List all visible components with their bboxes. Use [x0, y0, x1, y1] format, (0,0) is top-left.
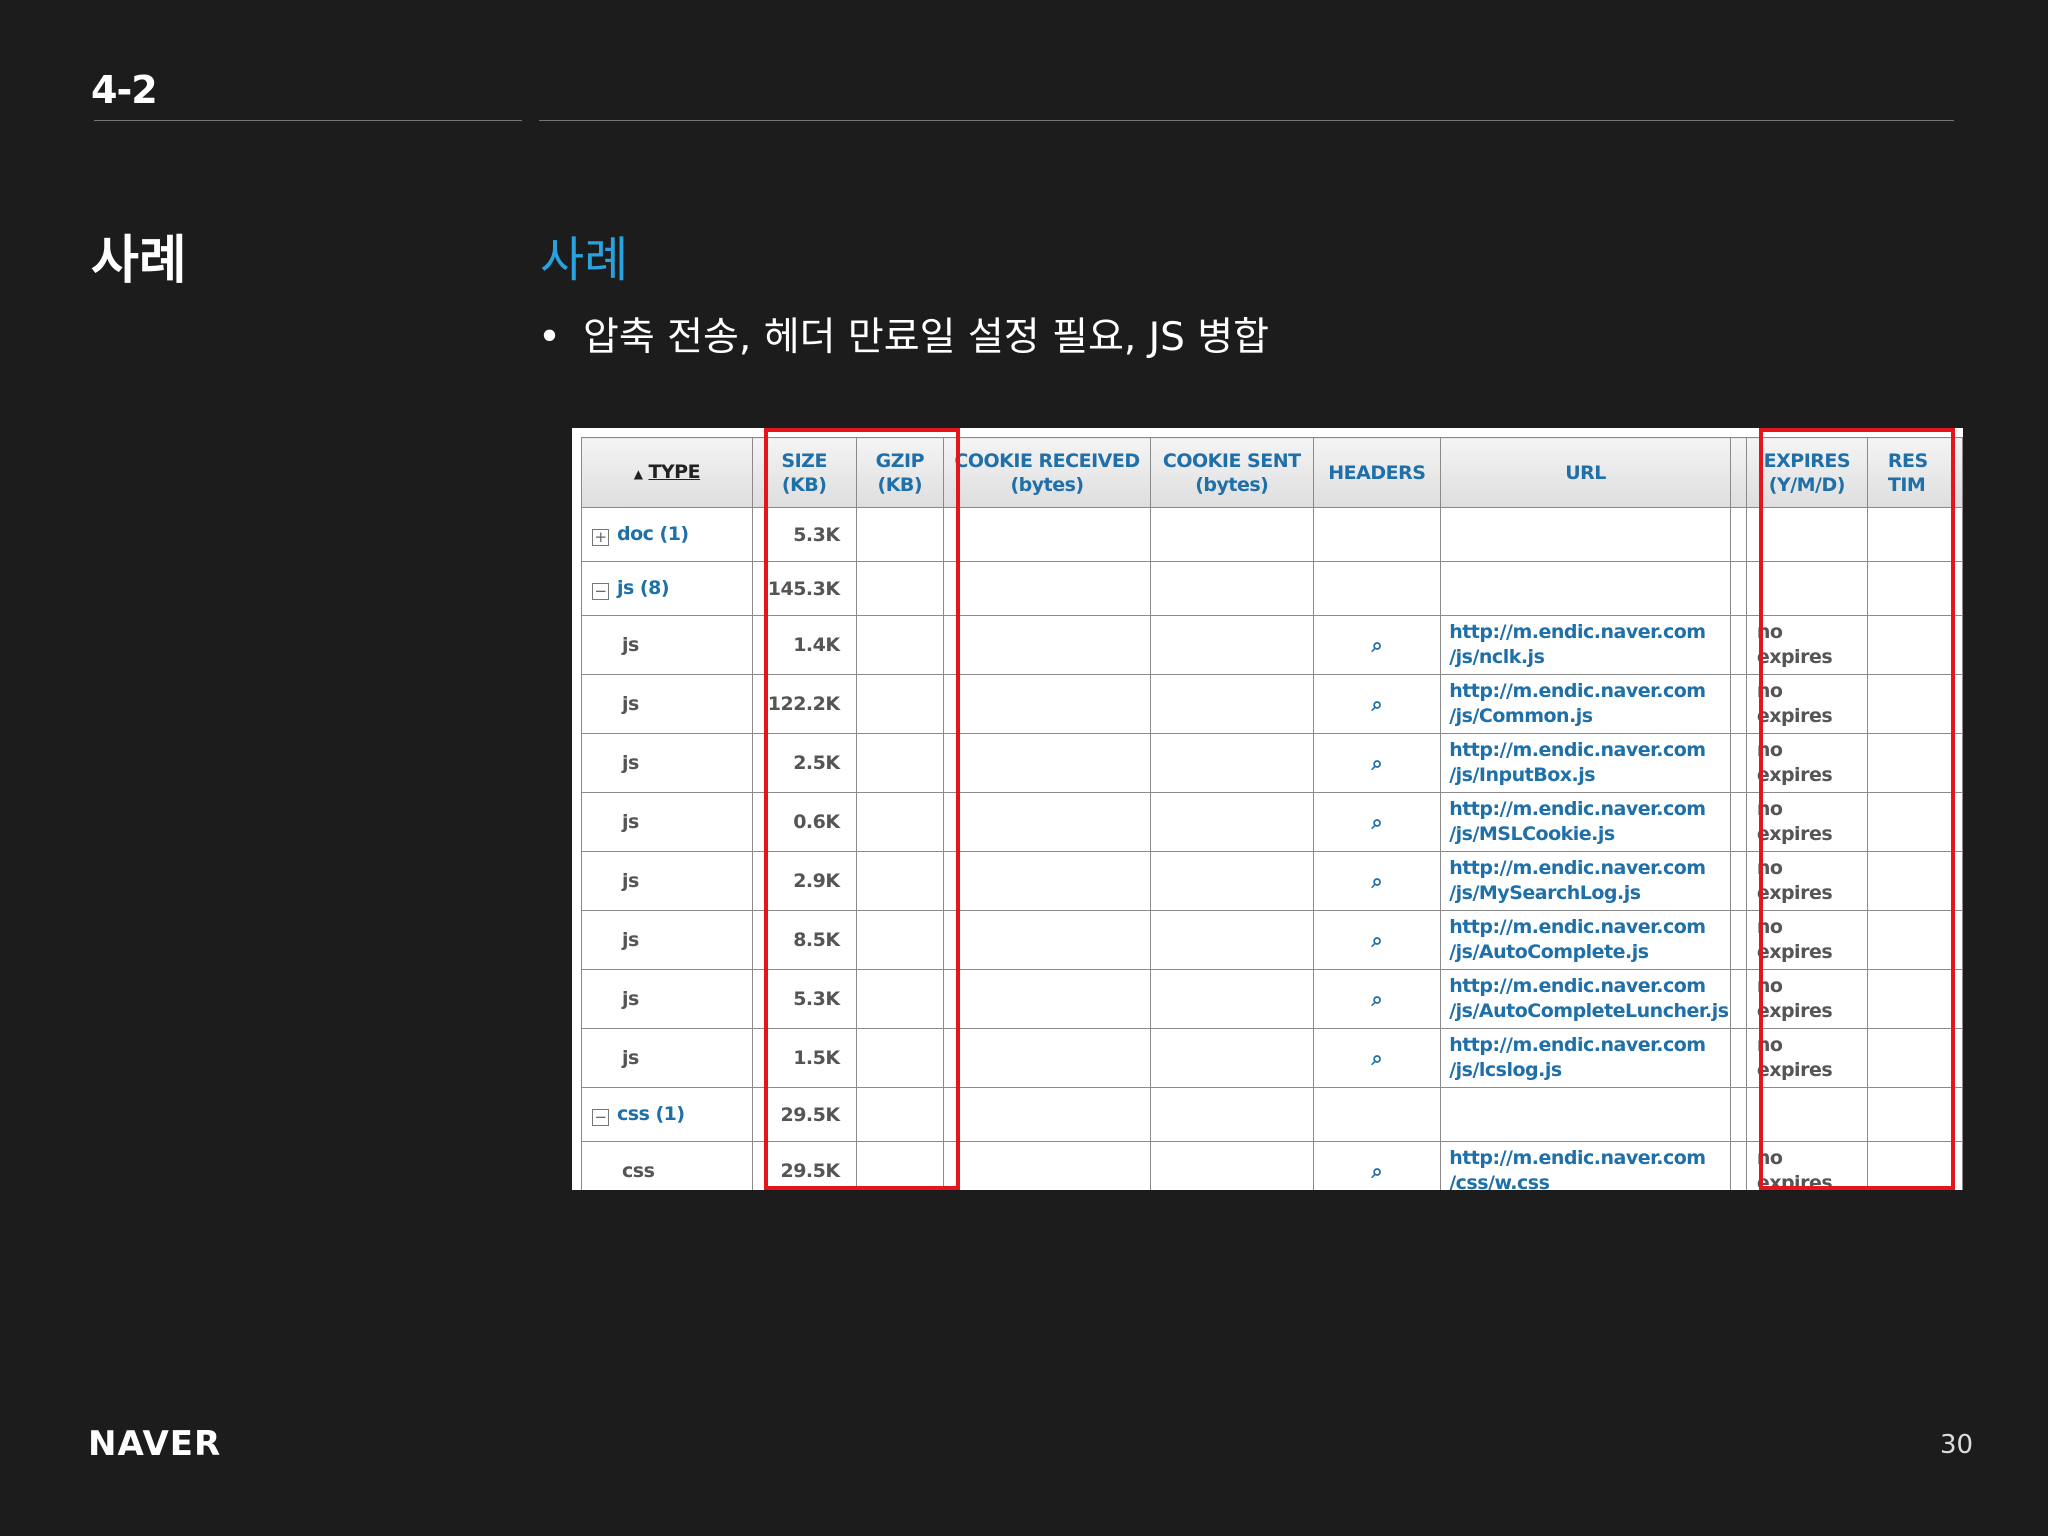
header-cookie-sent[interactable]: COOKIE SENT (bytes) — [1150, 437, 1314, 508]
bullet-item: • 압축 전송, 헤더 만료일 설정 필요, JS 병합 — [538, 315, 1270, 360]
highlight-size-gzip — [764, 428, 960, 1190]
url-link[interactable]: http://m.endic.naver.com/js/AutoComplete… — [1440, 969, 1731, 1029]
slide-title: 사례 — [91, 231, 187, 291]
bullet-text: 압축 전송, 헤더 만료일 설정 필요, JS 병합 — [583, 315, 1270, 360]
magnifier-icon[interactable]: ⌕ — [1372, 633, 1383, 657]
header-headers[interactable]: HEADERS — [1312, 437, 1442, 508]
naver-logo: NAVER — [88, 1424, 222, 1464]
url-link[interactable]: http://m.endic.naver.com/js/AutoComplete… — [1440, 910, 1731, 970]
slide-subtitle: 사례 — [540, 232, 629, 288]
magnifier-icon[interactable]: ⌕ — [1372, 692, 1383, 716]
expand-toggle-icon[interactable]: − — [592, 1109, 609, 1126]
section-number: 4-2 — [91, 68, 158, 112]
header-url[interactable]: URL — [1440, 437, 1731, 508]
header-type[interactable]: ▲ TYPE — [581, 437, 753, 508]
url-link[interactable]: http://m.endic.naver.com/js/nclk.js — [1440, 615, 1731, 675]
page-number: 30 — [1940, 1430, 1974, 1460]
magnifier-icon[interactable]: ⌕ — [1372, 869, 1383, 893]
url-link[interactable]: http://m.endic.naver.com/js/InputBox.js — [1440, 733, 1731, 793]
url-link[interactable]: http://m.endic.naver.com/css/w.css — [1440, 1141, 1731, 1190]
url-link[interactable]: http://m.endic.naver.com/js/Common.js — [1440, 674, 1731, 734]
url-link[interactable]: http://m.endic.naver.com/js/MySearchLog.… — [1440, 851, 1731, 911]
divider — [94, 120, 522, 121]
magnifier-icon[interactable]: ⌕ — [1372, 1046, 1383, 1070]
magnifier-icon[interactable]: ⌕ — [1372, 810, 1383, 834]
url-link[interactable]: http://m.endic.naver.com/js/MSLCookie.js — [1440, 792, 1731, 852]
highlight-expires — [1759, 428, 1955, 1190]
magnifier-icon[interactable]: ⌕ — [1372, 1159, 1383, 1183]
magnifier-icon[interactable]: ⌕ — [1372, 928, 1383, 952]
divider — [539, 120, 1954, 121]
expand-toggle-icon[interactable]: − — [592, 583, 609, 600]
url-link[interactable]: http://m.endic.naver.com/js/lcslog.js — [1440, 1028, 1731, 1088]
sort-asc-icon: ▲ — [633, 466, 643, 481]
expand-toggle-icon[interactable]: + — [592, 529, 609, 546]
magnifier-icon[interactable]: ⌕ — [1372, 987, 1383, 1011]
yslow-components-screenshot: ▲ TYPE SIZE (KB) GZIP (KB) COOKIE RECEIVED(… — [572, 428, 1963, 1190]
magnifier-icon[interactable]: ⌕ — [1372, 751, 1383, 775]
header-spacer — [1729, 437, 1747, 508]
header-cookie-received[interactable]: COOKIE RECEIVED (bytes) — [943, 437, 1151, 508]
